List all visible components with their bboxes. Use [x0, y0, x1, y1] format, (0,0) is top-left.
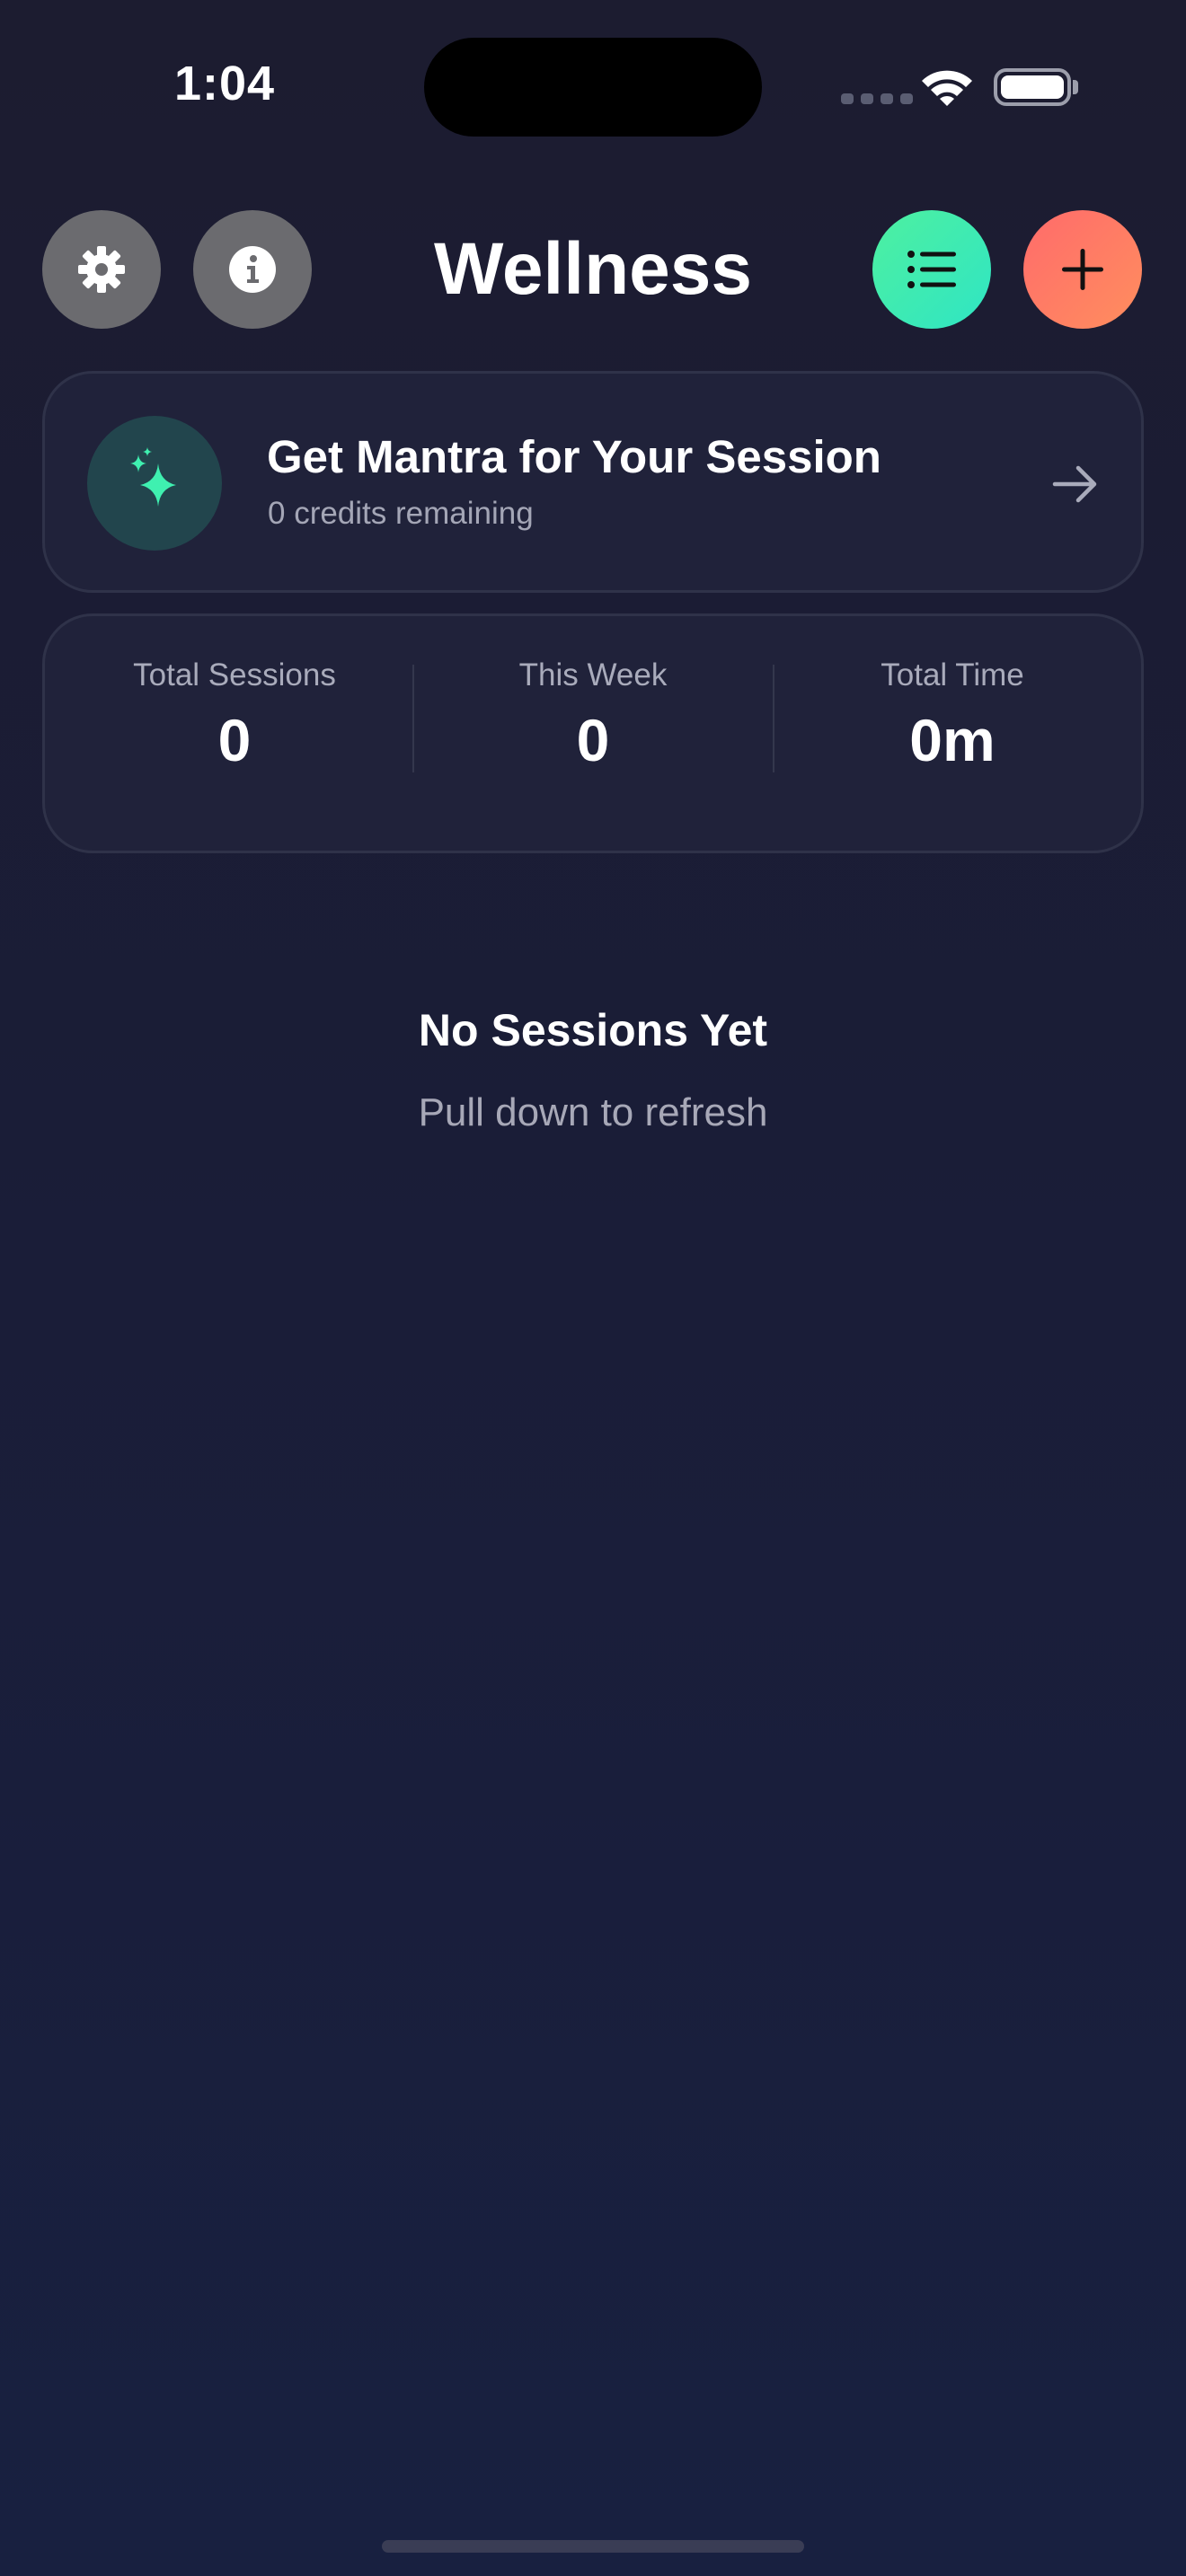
stat-label: Total Time	[881, 657, 1024, 693]
plus-icon	[1062, 249, 1103, 290]
gear-icon	[78, 246, 125, 293]
get-mantra-card[interactable]: Get Mantra for Your Session 0 credits re…	[42, 371, 1144, 593]
stat-value: 0m	[909, 707, 996, 773]
settings-button[interactable]	[42, 210, 161, 329]
info-icon	[229, 246, 276, 293]
sparkles-badge	[87, 416, 222, 551]
stat-label: Total Sessions	[133, 657, 336, 693]
stat-total-time: Total Time 0m	[773, 656, 1132, 776]
status-time: 1:04	[173, 57, 276, 110]
sessions-list-button[interactable]	[872, 210, 991, 329]
empty-state-subtitle: Pull down to refresh	[418, 1090, 768, 1134]
arrow-right-icon	[1052, 465, 1097, 503]
add-session-button[interactable]	[1023, 210, 1142, 329]
battery-cap	[1073, 80, 1078, 94]
stat-value: 0	[217, 707, 252, 773]
page-title: Wellness	[434, 228, 752, 310]
battery-icon	[994, 68, 1071, 106]
stat-label: This Week	[518, 657, 668, 693]
cellular-signal-icon	[841, 93, 913, 104]
stats-card: Total Sessions 0 This Week 0 Total Time …	[42, 613, 1144, 853]
stat-total-sessions: Total Sessions 0	[55, 656, 414, 776]
list-icon	[907, 251, 956, 288]
empty-state-title: No Sessions Yet	[418, 1005, 768, 1055]
credits-remaining: 0 credits remaining	[268, 496, 534, 531]
home-indicator[interactable]	[382, 2540, 804, 2553]
mantra-card-title: Get Mantra for Your Session	[267, 431, 881, 482]
wifi-icon	[922, 70, 972, 106]
status-bar: 1:04	[0, 0, 1186, 162]
sparkles-icon	[130, 447, 176, 507]
stat-this-week: This Week 0	[413, 656, 773, 776]
info-button[interactable]	[193, 210, 312, 329]
stat-value: 0	[576, 707, 610, 773]
dynamic-island	[424, 38, 762, 137]
